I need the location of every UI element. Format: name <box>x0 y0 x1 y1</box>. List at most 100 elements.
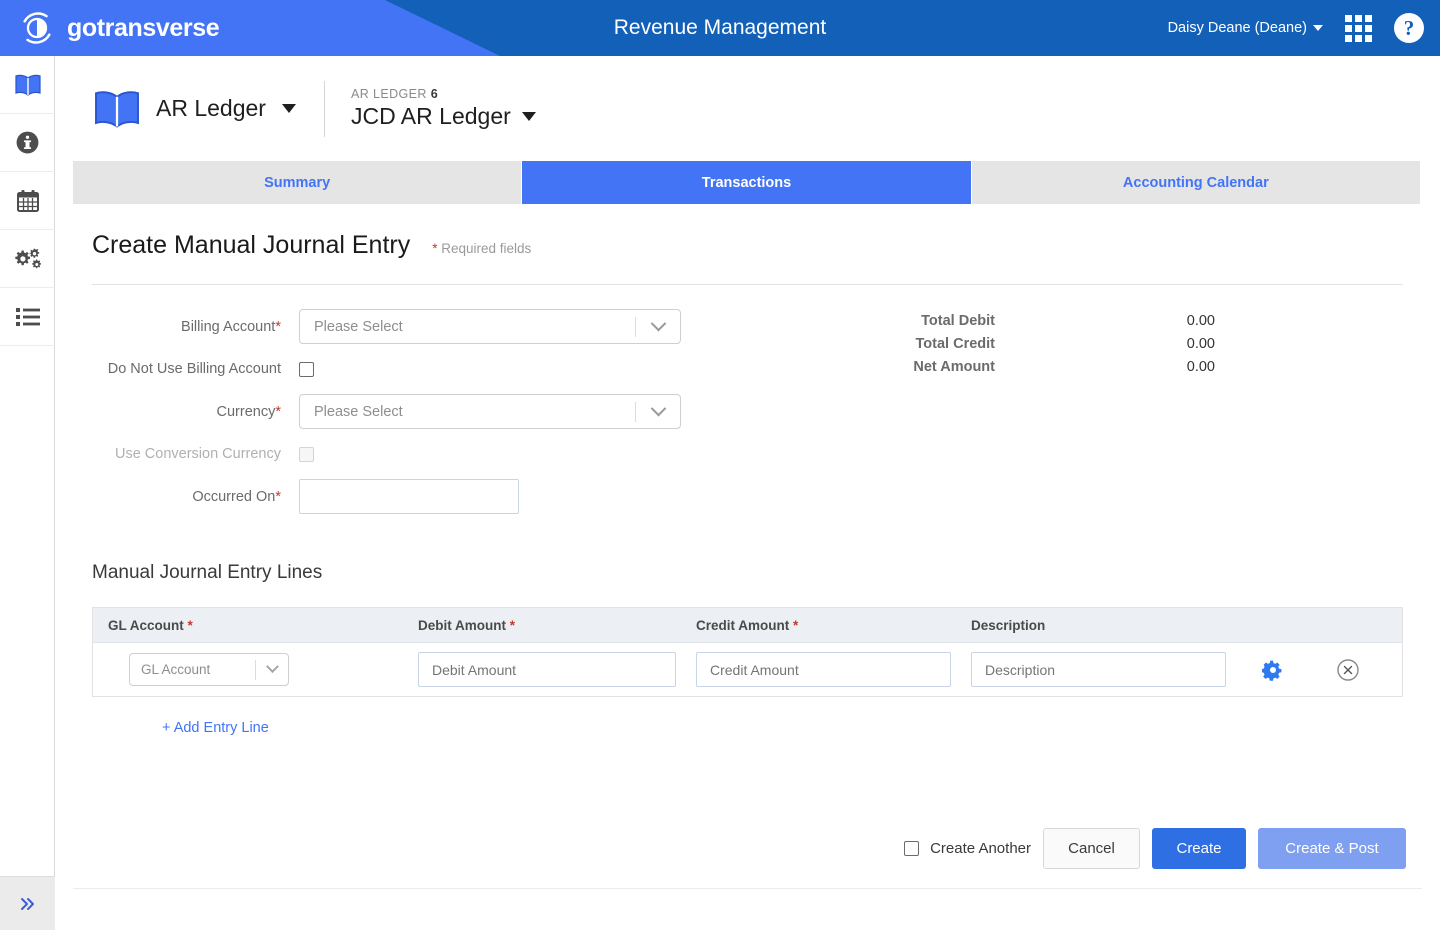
required-star: * <box>793 617 799 633</box>
required-star: * <box>275 403 281 420</box>
column-label: Debit Amount <box>418 617 506 633</box>
tab-summary[interactable]: Summary <box>73 161 523 204</box>
chevron-down-icon <box>636 400 680 417</box>
occurred-on-input[interactable] <box>299 479 519 514</box>
total-credit-label: Total Credit <box>915 336 995 352</box>
ledger-type-label: AR Ledger <box>156 95 266 121</box>
sidebar-item-calendar[interactable] <box>0 172 55 230</box>
form-actions: Create Another Cancel Create Create & Po… <box>904 828 1406 869</box>
grid-apps-icon[interactable] <box>1345 14 1372 42</box>
sidebar-collapse-toggle[interactable] <box>0 876 55 930</box>
gl-account-select[interactable]: GL Account <box>129 653 289 686</box>
left-sidebar <box>0 56 55 930</box>
description-input[interactable] <box>971 652 1226 687</box>
gl-account-value: GL Account <box>141 662 211 677</box>
ledger-eyebrow-label: AR LEDGER <box>350 87 427 101</box>
chevron-down-icon <box>281 104 296 113</box>
totals-summary: Total Debit 0.00 Total Credit 0.00 Net A… <box>815 313 1215 382</box>
ledger-type-selector[interactable]: AR Ledger <box>92 88 296 130</box>
credit-amount-input[interactable] <box>696 652 951 687</box>
ledger-eyebrow-number: 6 <box>430 87 439 101</box>
remove-row-button[interactable] <box>1336 658 1360 682</box>
table-row: GL Account <box>93 643 1402 696</box>
sidebar-item-reports[interactable] <box>0 288 55 346</box>
billing-account-label-text: Billing Account <box>181 318 276 335</box>
ledger-instance-selector[interactable]: AR LEDGER 6 JCD AR Ledger <box>351 87 536 130</box>
ledger-name: JCD AR Ledger <box>351 103 536 130</box>
bottom-divider <box>73 888 1422 889</box>
user-menu[interactable]: Daisy Deane (Deane) <box>1168 20 1323 36</box>
column-header-debit-amount: Debit Amount * <box>418 618 696 633</box>
calendar-icon <box>16 189 39 212</box>
gears-icon <box>14 248 41 268</box>
net-amount-value: 0.00 <box>1186 359 1215 375</box>
main-content: AR Ledger AR LEDGER 6 JCD AR Ledger Summ… <box>55 56 1440 930</box>
currency-label: Currency* <box>92 404 299 420</box>
create-another-checkbox[interactable] <box>904 841 920 856</box>
required-note-text: Required fields <box>441 241 532 256</box>
total-debit-label: Total Debit <box>921 313 995 329</box>
sidebar-item-settings[interactable] <box>0 230 55 288</box>
create-another-toggle[interactable]: Create Another <box>904 840 1031 857</box>
field-row-occurred-on: Occurred On* <box>92 479 1440 514</box>
user-name-label: Daisy Deane (Deane) <box>1167 20 1307 36</box>
double-chevron-right-icon <box>20 897 34 910</box>
form-header: Create Manual Journal Entry * Required f… <box>92 231 1403 285</box>
use-conversion-currency-label: Use Conversion Currency <box>114 446 281 462</box>
total-credit-value: 0.00 <box>1186 336 1215 352</box>
debit-amount-input[interactable] <box>418 652 676 687</box>
chevron-down-icon <box>636 315 680 332</box>
ledger-context-bar: AR Ledger AR LEDGER 6 JCD AR Ledger <box>55 56 1440 161</box>
help-question-icon[interactable]: ? <box>1394 13 1424 43</box>
chevron-down-icon <box>521 112 536 121</box>
cancel-button[interactable]: Cancel <box>1043 828 1140 869</box>
column-header-description: Description <box>971 618 1402 633</box>
column-header-credit-amount: Credit Amount * <box>696 618 971 633</box>
currency-select[interactable]: Please Select <box>299 394 681 429</box>
tab-accounting-calendar[interactable]: Accounting Calendar <box>971 161 1420 204</box>
circle-x-icon <box>1337 658 1359 681</box>
ledger-name-label: JCD AR Ledger <box>350 103 511 129</box>
net-amount-label: Net Amount <box>913 359 995 375</box>
occurred-on-label-text: Occurred On <box>192 488 276 505</box>
billing-account-value: Please Select <box>314 318 403 335</box>
total-credit-row: Total Credit 0.00 <box>815 336 1215 352</box>
currency-value: Please Select <box>314 403 403 420</box>
lines-section-title: Manual Journal Entry Lines <box>92 562 323 583</box>
create-button[interactable]: Create <box>1152 828 1246 869</box>
journal-entry-form: Billing Account* Please Select Do Not Us… <box>55 309 1440 514</box>
column-label: Description <box>971 617 1046 633</box>
column-label: GL Account <box>108 617 184 633</box>
ledger-eyebrow: AR LEDGER 6 <box>351 87 536 101</box>
row-settings-button[interactable] <box>1262 659 1284 681</box>
field-row-use-conversion-currency: Use Conversion Currency <box>92 446 1440 462</box>
gear-icon <box>1262 660 1282 681</box>
total-debit-row: Total Debit 0.00 <box>815 313 1215 329</box>
do-not-use-billing-account-checkbox[interactable] <box>299 361 314 377</box>
use-conversion-currency-checkbox <box>299 446 314 462</box>
info-circle-icon <box>16 131 39 154</box>
required-star: * <box>275 318 281 335</box>
billing-account-label: Billing Account* <box>92 319 299 335</box>
book-icon <box>14 74 41 96</box>
field-row-do-not-use-billing-account: Do Not Use Billing Account <box>92 361 1440 377</box>
gotransverse-circle-icon <box>23 12 51 44</box>
required-star: * <box>275 488 281 505</box>
sidebar-item-ledger[interactable] <box>0 56 55 114</box>
tab-transactions[interactable]: Transactions <box>522 161 972 204</box>
create-another-label: Create Another <box>930 840 1031 857</box>
do-not-use-billing-account-label: Do Not Use Billing Account <box>107 361 281 377</box>
create-and-post-button[interactable]: Create & Post <box>1258 828 1406 869</box>
field-row-currency: Currency* Please Select <box>92 394 1440 429</box>
sidebar-item-information[interactable] <box>0 114 55 172</box>
header-right-controls: Daisy Deane (Deane) ? <box>1168 0 1424 56</box>
add-entry-line-button[interactable]: + Add Entry Line <box>162 720 269 736</box>
field-row-billing-account: Billing Account* Please Select <box>92 309 1440 344</box>
billing-account-select[interactable]: Please Select <box>299 309 681 344</box>
row-action-buttons <box>1262 658 1360 682</box>
entry-lines-table: GL Account * Debit Amount * Credit Amoun… <box>92 607 1403 697</box>
occurred-on-label: Occurred On* <box>92 489 299 505</box>
page-title: Create Manual Journal Entry <box>92 231 411 259</box>
required-star: * <box>509 617 516 633</box>
brand-logo[interactable]: gotransverse <box>18 9 220 47</box>
